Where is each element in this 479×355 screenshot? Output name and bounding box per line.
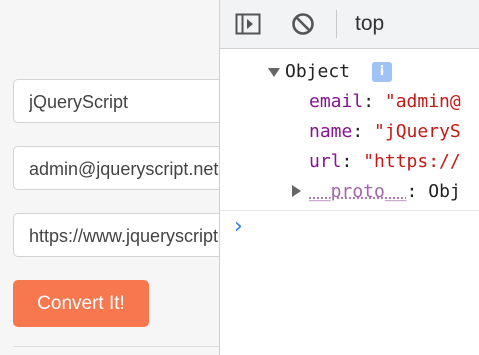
info-icon: i bbox=[372, 62, 392, 82]
name-input[interactable] bbox=[29, 81, 220, 122]
name-field[interactable] bbox=[13, 79, 220, 123]
property-row: url: "https:// bbox=[309, 151, 461, 172]
show-sidebar-icon[interactable] bbox=[235, 12, 261, 36]
property-value: "jQueryS bbox=[374, 121, 461, 142]
console-output: Object i email: "admin@ name: "jQueryS u… bbox=[220, 49, 479, 355]
object-label[interactable]: Object bbox=[285, 59, 350, 85]
proto-value: Obj bbox=[428, 181, 461, 202]
property-row: name: "jQueryS bbox=[309, 121, 461, 142]
property-value: "https:// bbox=[363, 151, 461, 172]
proto-row[interactable]: __proto__: Obj bbox=[309, 179, 461, 205]
convert-button[interactable]: Convert It! bbox=[13, 280, 149, 327]
url-field[interactable] bbox=[13, 213, 220, 257]
property-key: email bbox=[309, 91, 364, 112]
clear-console-icon[interactable] bbox=[290, 12, 316, 36]
divider bbox=[13, 346, 220, 347]
devtools-console-panel: top Object i email: "admin@ name: "jQuer… bbox=[219, 0, 479, 355]
context-selector[interactable]: top bbox=[355, 10, 384, 38]
email-input[interactable] bbox=[29, 148, 220, 189]
property-row: email: "admin@ bbox=[309, 91, 461, 112]
demo-page: Convert It! bbox=[0, 0, 220, 355]
property-key: name bbox=[309, 121, 353, 142]
url-input[interactable] bbox=[29, 215, 220, 256]
property-key: url bbox=[309, 151, 342, 172]
toolbar-separator bbox=[336, 10, 337, 38]
property-value: "admin@ bbox=[384, 91, 461, 112]
console-prompt-icon[interactable]: › bbox=[234, 214, 243, 240]
console-divider bbox=[220, 210, 479, 211]
console-toolbar: top bbox=[220, 0, 479, 49]
collapse-triangle-icon[interactable] bbox=[268, 68, 280, 77]
email-field[interactable] bbox=[13, 146, 220, 190]
expand-triangle-icon[interactable] bbox=[292, 185, 301, 197]
proto-key: __proto__ bbox=[309, 181, 407, 202]
